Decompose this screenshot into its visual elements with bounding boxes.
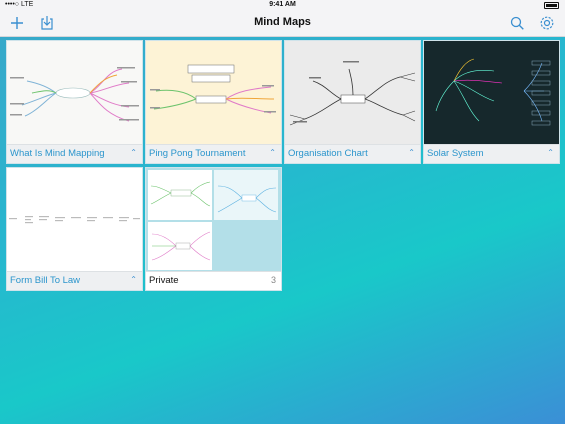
folder-card-private[interactable]: Private 3 (145, 167, 282, 291)
card-footer: What Is Mind Mapping ⌃ (7, 144, 142, 163)
chevron-up-icon[interactable]: ⌃ (547, 148, 554, 157)
card-footer: Organisation Chart ⌃ (285, 144, 420, 163)
status-time: 9:41 AM (269, 1, 296, 8)
map-thumbnail (7, 168, 142, 272)
card-footer: Solar System ⌃ (424, 144, 559, 163)
map-thumbnail (285, 41, 420, 145)
search-button[interactable] (507, 13, 527, 33)
battery-icon (544, 2, 559, 9)
card-footer: Private 3 (146, 271, 281, 290)
search-icon (510, 16, 524, 30)
map-title: Organisation Chart (288, 148, 368, 159)
chevron-up-icon[interactable]: ⌃ (269, 148, 276, 157)
card-footer: Ping Pong Tournament ⌃ (146, 144, 281, 163)
map-card-form-bill-to-law[interactable]: Form Bill To Law ⌃ (6, 167, 143, 291)
folder-title: Private (149, 275, 179, 286)
page-title: Mind Maps (254, 16, 311, 28)
settings-button[interactable] (537, 13, 557, 33)
map-title: Solar System (427, 148, 484, 159)
map-title: Ping Pong Tournament (149, 148, 246, 159)
card-footer: Form Bill To Law ⌃ (7, 271, 142, 290)
map-card-ping-pong-tournament[interactable]: Ping Pong Tournament ⌃ (145, 40, 282, 164)
map-thumbnail (146, 41, 281, 145)
chevron-up-icon[interactable]: ⌃ (130, 148, 137, 157)
chevron-up-icon[interactable]: ⌃ (130, 275, 137, 284)
chevron-up-icon[interactable]: ⌃ (408, 148, 415, 157)
folder-thumbnail (146, 168, 281, 272)
map-title: What Is Mind Mapping (10, 148, 105, 159)
navigation-bar: Mind Maps (0, 10, 565, 37)
map-thumbnail (424, 41, 559, 145)
folder-item-count: 3 (270, 275, 276, 285)
map-thumbnail (7, 41, 142, 145)
map-card-what-is-mind-mapping[interactable]: What Is Mind Mapping ⌃ (6, 40, 143, 164)
settings-gear-icon (540, 16, 554, 30)
map-title: Form Bill To Law (10, 275, 81, 286)
map-card-solar-system[interactable]: Solar System ⌃ (423, 40, 560, 164)
map-card-organisation-chart[interactable]: Organisation Chart ⌃ (284, 40, 421, 164)
status-bar: ••••○ LTE 9:41 AM (0, 0, 565, 10)
